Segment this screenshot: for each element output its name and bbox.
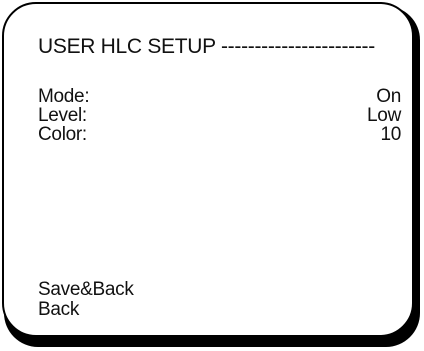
osd-menu-panel: USER HLC SETUP ----------------------- M… (2, 2, 414, 337)
menu-title: USER HLC SETUP ----------------------- (38, 35, 375, 58)
color-label: Color: (38, 124, 87, 145)
menu-item-level[interactable]: Level: Low (38, 106, 401, 126)
menu-item-mode[interactable]: Mode: On (38, 87, 401, 107)
level-value[interactable]: Low (367, 106, 401, 126)
back-option[interactable]: Back (38, 300, 79, 320)
save-and-back-option[interactable]: Save&Back (38, 280, 134, 300)
color-value[interactable]: 10 (380, 125, 401, 145)
level-label: Level: (38, 105, 87, 126)
mode-value[interactable]: On (376, 87, 401, 107)
mode-label: Mode: (38, 86, 90, 107)
menu-item-color[interactable]: Color: 10 (38, 125, 401, 145)
